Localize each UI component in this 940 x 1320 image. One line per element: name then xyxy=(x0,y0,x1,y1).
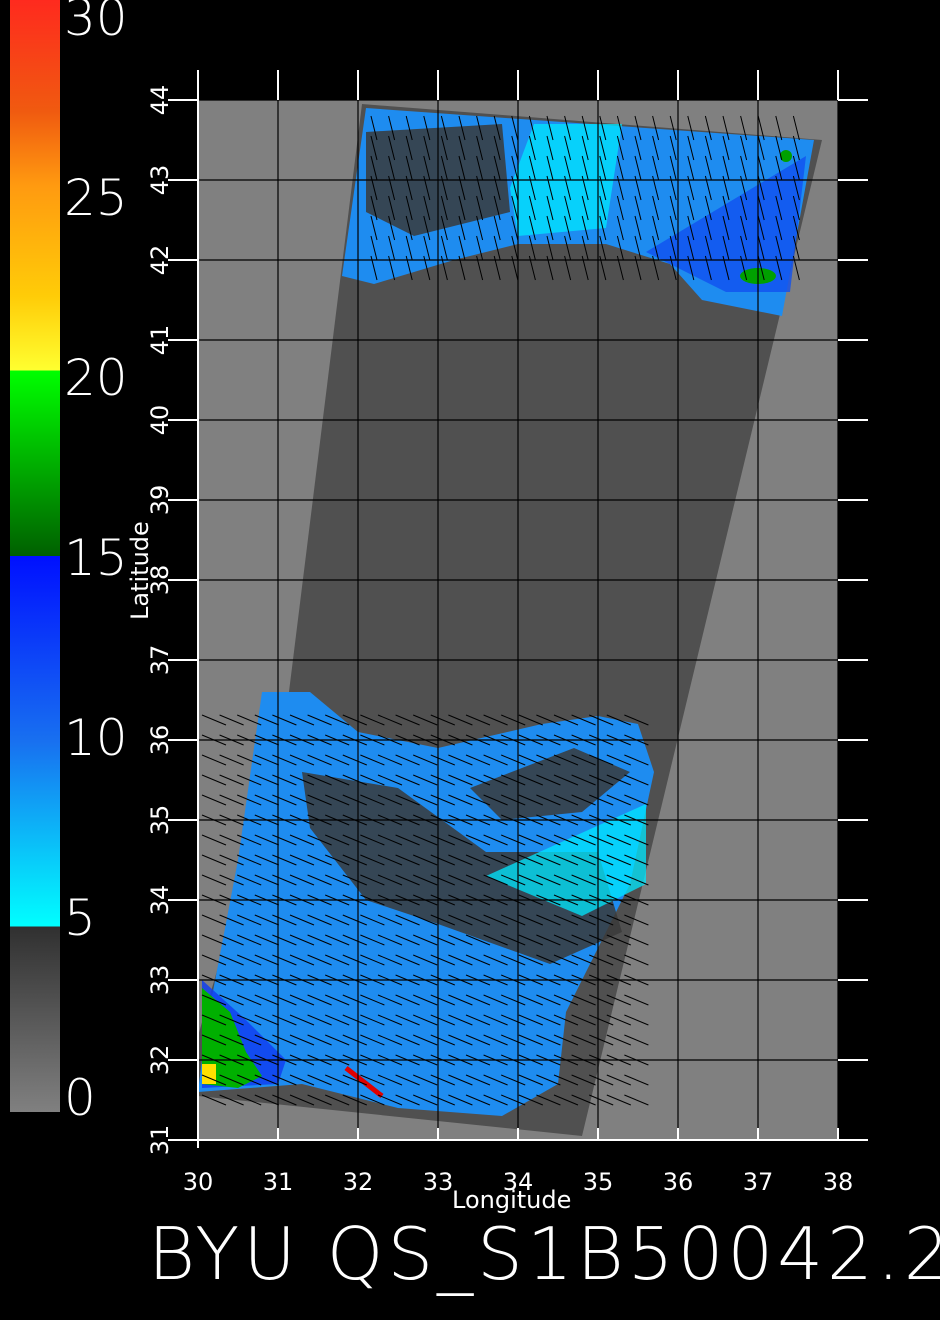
y-tick-label: 40 xyxy=(146,405,174,436)
x-tick-label: 37 xyxy=(743,1168,774,1196)
y-tick-label: 33 xyxy=(146,965,174,996)
y-tick-label: 42 xyxy=(146,245,174,276)
y-tick-label: 32 xyxy=(146,1045,174,1076)
footer-product-id: BYU QS_S1B50042.2 xyxy=(148,1212,940,1296)
y-tick-label: 41 xyxy=(146,325,174,356)
y-tick-label: 37 xyxy=(146,645,174,676)
y-tick-label: 44 xyxy=(146,85,174,116)
y-axis-title: Latitude xyxy=(126,521,154,620)
y-tick-label: 31 xyxy=(146,1125,174,1156)
x-tick-label: 31 xyxy=(263,1168,294,1196)
x-tick-label: 32 xyxy=(343,1168,374,1196)
x-tick-label: 33 xyxy=(423,1168,454,1196)
y-tick-label: 36 xyxy=(146,725,174,756)
y-tick-label: 43 xyxy=(146,165,174,196)
x-axis-title: Longitude xyxy=(452,1186,572,1214)
peak-wind-area xyxy=(202,1064,216,1084)
x-tick-label: 35 xyxy=(583,1168,614,1196)
y-tick-label: 34 xyxy=(146,885,174,916)
y-tick-label: 39 xyxy=(146,485,174,516)
x-tick-label: 36 xyxy=(663,1168,694,1196)
y-tick-label: 35 xyxy=(146,805,174,836)
high-wind-spot xyxy=(780,150,792,162)
x-tick-label: 30 xyxy=(183,1168,214,1196)
x-tick-label: 38 xyxy=(823,1168,854,1196)
